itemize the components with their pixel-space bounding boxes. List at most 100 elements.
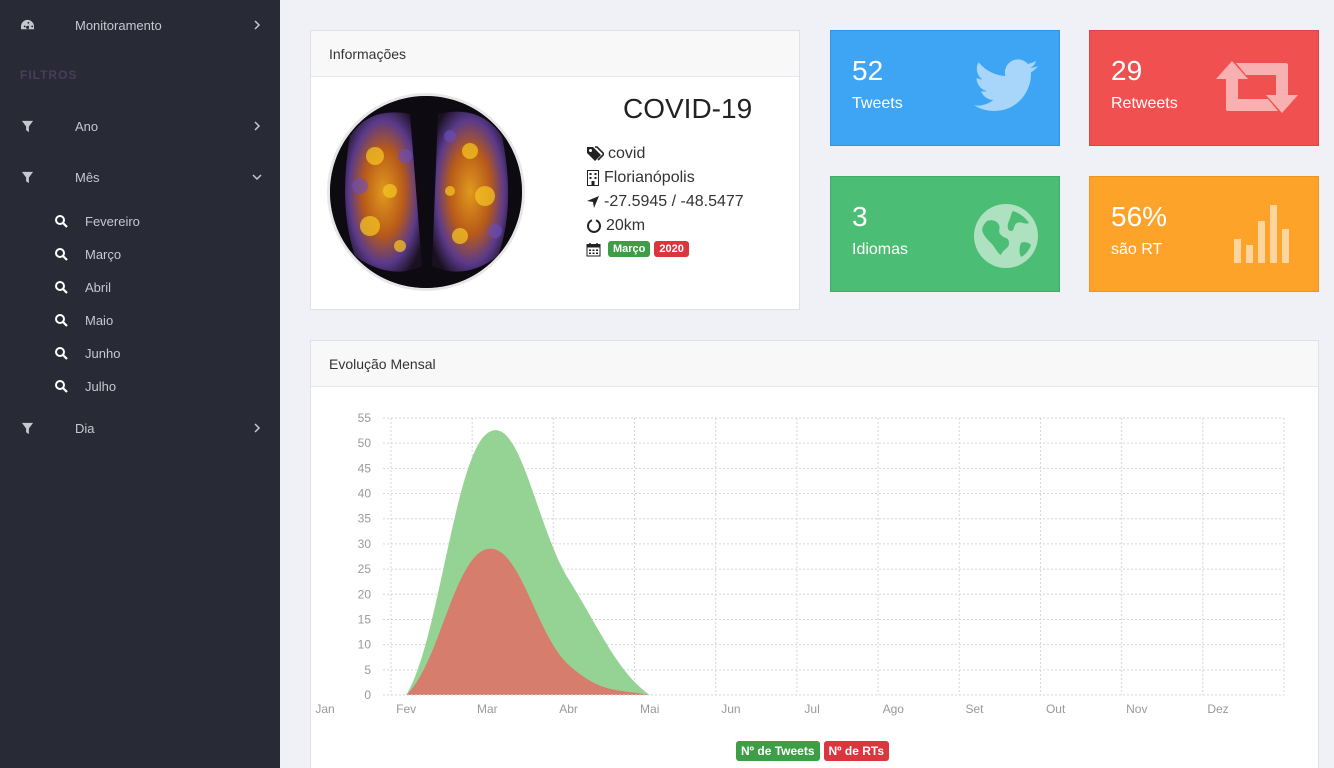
circle-notch-icon: [587, 219, 601, 233]
x-tick-label: Mar: [477, 702, 498, 716]
info-date: Março 2020: [586, 241, 689, 257]
bar-chart-icon: [1234, 205, 1289, 263]
search-icon: [55, 347, 68, 360]
sidebar-subitem-abril[interactable]: Abril: [0, 272, 280, 302]
tile-value: 29: [1111, 55, 1143, 86]
info-radius: 20km: [586, 217, 645, 235]
tile-label: Idiomas: [852, 241, 909, 258]
sidebar-subitem-label: Julho: [85, 378, 117, 394]
badge-month: Março: [608, 241, 651, 257]
sidebar-subitem-label: Abril: [85, 279, 112, 295]
tile-value: 3: [852, 201, 868, 232]
y-tick-label: 25: [358, 562, 372, 576]
info-city: Florianópolis: [586, 169, 695, 187]
globe-icon: [974, 204, 1038, 268]
sidebar-subitem-fevereiro[interactable]: Fevereiro: [0, 206, 280, 236]
sidebar-item-label: Mês: [75, 169, 100, 185]
info-card: Informações COVID-19 covid Florianópolis…: [310, 30, 800, 310]
x-tick-label: Abr: [559, 702, 578, 716]
sidebar-item-dia[interactable]: Dia: [0, 411, 280, 445]
monthly-evolution-chart: 0510152025303540455055Jan Fev Mar Abr Mai Jun…: [315, 411, 1285, 716]
building-icon: [587, 170, 599, 186]
legend-rts: Nº de RTs: [823, 741, 890, 761]
y-tick-label: 35: [358, 512, 372, 526]
sidebar-subitem-junho[interactable]: Junho: [0, 338, 280, 368]
x-tick-label: Mai: [640, 702, 659, 716]
sidebar-subitem-label: Maio: [85, 312, 114, 328]
info-tag-text: covid: [608, 145, 646, 162]
info-card-header: Informações: [311, 31, 799, 77]
y-tick-label: 45: [358, 461, 372, 475]
sidebar-subitem-label: Março: [85, 246, 122, 262]
tile-label: são RT: [1111, 241, 1163, 258]
filter-icon: [19, 169, 35, 185]
info-coords: -27.5945 / -48.5477: [586, 193, 744, 211]
info-city-text: Florianópolis: [604, 169, 695, 186]
chevron-right-icon: [254, 20, 261, 30]
sidebar-item-mes[interactable]: Mês: [0, 160, 280, 194]
badge-year: 2020: [654, 241, 689, 257]
sidebar-subitem-label: Junho: [85, 345, 121, 361]
tags-icon: [587, 146, 604, 161]
filter-icon: [19, 118, 35, 134]
tile-label: Retweets: [1111, 95, 1178, 112]
search-icon: [55, 281, 68, 294]
chart-legend: Nº de Tweets Nº de RTs: [736, 741, 890, 761]
dashboard-icon: [19, 17, 35, 33]
twitter-icon: [974, 59, 1038, 112]
sidebar-item-label: Ano: [75, 118, 99, 134]
chart-card-header: Evolução Mensal: [311, 341, 1318, 387]
legend-tweets: Nº de Tweets: [736, 741, 820, 761]
chart-card: Evolução Mensal 0 5 10 15 20 25 30 35 40 45 50 55 Ja…: [310, 340, 1319, 768]
sidebar-subitem-marco[interactable]: Março: [0, 239, 280, 269]
info-tag: covid: [586, 145, 645, 163]
y-tick-label: 20: [358, 587, 372, 601]
tile-value: 52: [852, 55, 884, 86]
search-icon: [55, 314, 68, 327]
calendar-icon: [586, 242, 601, 256]
sidebar-subitem-label: Fevereiro: [85, 213, 140, 229]
x-tick-label: Jun: [721, 702, 740, 716]
topic-title: COVID-19: [623, 93, 753, 124]
x-tick-label: Out: [1046, 702, 1066, 716]
sidebar-item-ano[interactable]: Ano: [0, 109, 280, 143]
x-tick-label: Dez: [1207, 702, 1228, 716]
y-tick-label: 40: [358, 487, 372, 501]
y-tick-label: 10: [358, 638, 372, 652]
x-tick-label: Nov: [1126, 702, 1147, 716]
search-icon: [55, 248, 68, 261]
info-coords-text: -27.5945 / -48.5477: [604, 193, 744, 210]
sidebar: Monitoramento FILTROS Ano Mês Fevereiro …: [0, 0, 280, 768]
chevron-right-icon: [254, 121, 261, 131]
tile-tweets: 52 Tweets: [830, 30, 1060, 146]
y-tick-label: 30: [358, 537, 372, 551]
y-tick-label: 15: [358, 612, 372, 626]
y-tick-label: 5: [364, 663, 371, 677]
sidebar-item-monitoramento[interactable]: Monitoramento: [0, 8, 280, 42]
info-radius-text: 20km: [606, 217, 646, 234]
y-tick-label: 50: [358, 436, 372, 450]
x-tick-label: Jul: [804, 702, 819, 716]
tile-rt-percent: 56% são RT: [1089, 176, 1319, 292]
tile-value: 56%: [1111, 201, 1168, 232]
tile-label: Tweets: [852, 95, 903, 112]
filter-icon: [19, 420, 35, 436]
location-arrow-icon: [587, 196, 599, 208]
tile-idiomas: 3 Idiomas: [830, 176, 1060, 292]
sidebar-item-label: Monitoramento: [75, 17, 162, 33]
topic-image: [327, 93, 525, 291]
chevron-right-icon: [254, 423, 261, 433]
section-title-filtros: FILTROS: [20, 68, 78, 82]
x-tick-label: Fev: [396, 702, 416, 716]
tile-retweets: 29 Retweets: [1089, 30, 1319, 146]
y-tick-label: 55: [358, 411, 372, 425]
sidebar-subitem-julho[interactable]: Julho: [0, 371, 280, 401]
sidebar-subitem-maio[interactable]: Maio: [0, 305, 280, 335]
chevron-down-icon: [252, 174, 262, 181]
retweet-icon: [1216, 61, 1298, 113]
search-icon: [55, 215, 68, 228]
sidebar-item-label: Dia: [75, 420, 95, 436]
search-icon: [55, 380, 68, 393]
x-tick-label: Jan: [315, 702, 334, 716]
x-tick-label: Ago: [883, 702, 905, 716]
